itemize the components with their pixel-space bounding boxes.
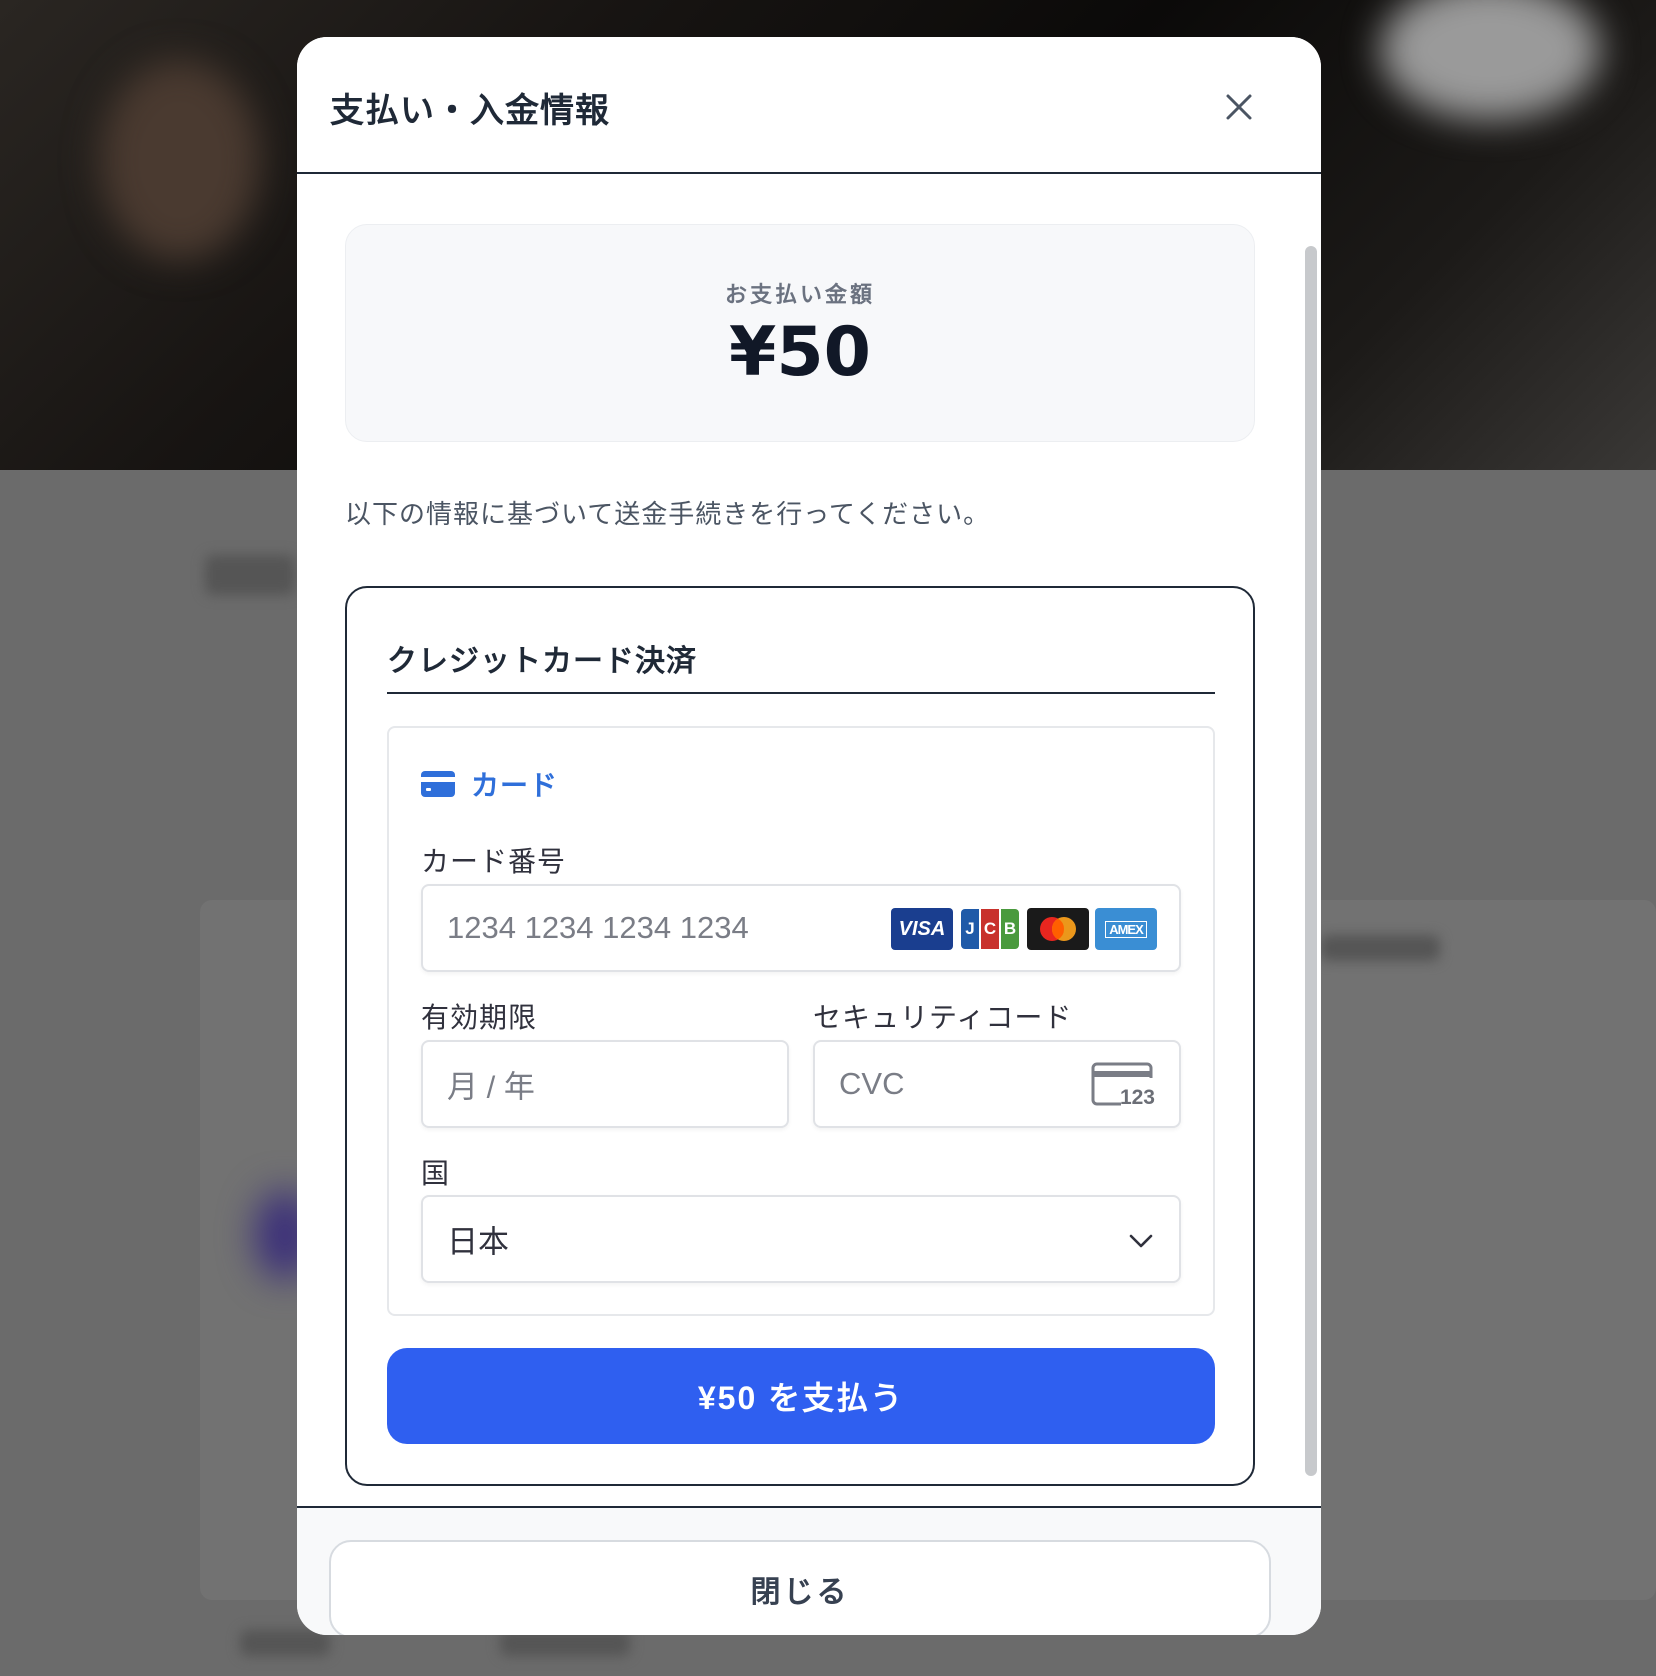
chevron-down-icon (1129, 1234, 1153, 1248)
close-footer-button[interactable]: 閉じる (329, 1540, 1271, 1635)
jcb-icon: J C B (959, 908, 1021, 950)
cvc-label: セキュリティコード (813, 1001, 1073, 1034)
card-payment-form: カード カード番号 1234 1234 1234 1234 VISA J C B (387, 726, 1215, 1316)
expiry-input[interactable]: 月 / 年 (421, 1040, 789, 1128)
pay-button[interactable]: ¥50 を支払う (387, 1348, 1215, 1444)
tab-card-label: カード (471, 769, 559, 802)
close-button[interactable] (1217, 85, 1261, 129)
country-value: 日本 (447, 1224, 509, 1260)
divider (387, 692, 1215, 694)
amount-summary: お支払い金額 ¥50 (345, 224, 1255, 442)
card-number-label: カード番号 (421, 845, 567, 878)
cvc-input[interactable]: CVC 123 (813, 1040, 1181, 1128)
credit-card-icon (421, 771, 455, 797)
close-icon (1226, 94, 1252, 120)
modal-header: 支払い・入金情報 (297, 37, 1321, 174)
card-number-placeholder: 1234 1234 1234 1234 (447, 910, 749, 945)
instruction-text: 以下の情報に基づいて送金手続きを行ってください。 (345, 500, 991, 530)
background-shape (205, 555, 295, 595)
tab-card[interactable]: カード (421, 764, 558, 804)
cvc-placeholder: CVC (839, 1066, 905, 1101)
card-brand-logos: VISA J C B AMEX (891, 908, 1157, 950)
amount-label: お支払い金額 (724, 283, 875, 308)
payment-modal: 支払い・入金情報 お支払い金額 ¥50 以下の情報に基づいて送金手続きを行ってく… (297, 37, 1321, 1635)
mastercard-icon (1027, 908, 1089, 950)
scrollbar-thumb[interactable] (1305, 246, 1317, 1476)
credit-card-section: クレジットカード決済 カード カード番号 1234 1234 1234 1234 (345, 586, 1255, 1486)
modal-body: お支払い金額 ¥50 以下の情報に基づいて送金手続きを行ってください。 クレジッ… (297, 174, 1321, 1506)
country-label: 国 (421, 1157, 451, 1190)
cvc-icon-text: 123 (1119, 1086, 1155, 1109)
modal-footer: 閉じる (297, 1506, 1321, 1635)
card-number-input[interactable]: 1234 1234 1234 1234 VISA J C B AMEX (421, 884, 1181, 972)
amount-value: ¥50 (729, 313, 871, 392)
amex-icon: AMEX (1095, 908, 1157, 950)
background-shape (1320, 935, 1440, 961)
country-select[interactable]: 日本 (421, 1195, 1181, 1283)
expiry-placeholder: 月 / 年 (447, 1069, 535, 1105)
expiry-label: 有効期限 (421, 1001, 538, 1034)
background-shape (100, 60, 260, 260)
modal-title: 支払い・入金情報 (330, 91, 610, 131)
section-title: クレジットカード決済 (387, 644, 697, 679)
visa-icon: VISA (891, 908, 953, 950)
